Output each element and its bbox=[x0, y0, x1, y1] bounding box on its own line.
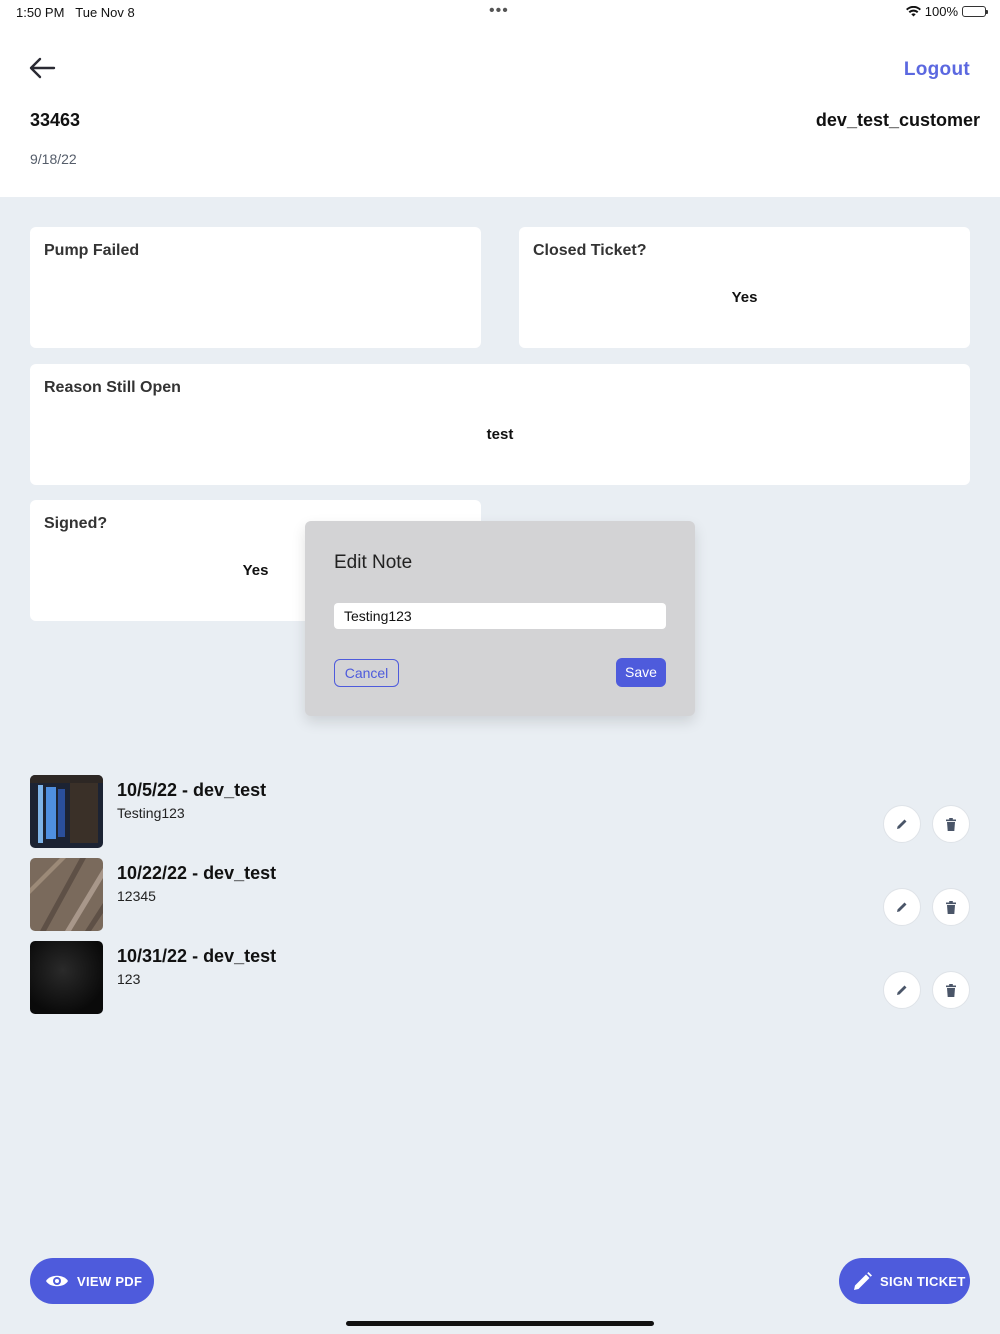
back-button[interactable] bbox=[28, 56, 56, 80]
cancel-button[interactable]: Cancel bbox=[334, 659, 399, 687]
pump-failed-label: Pump Failed bbox=[44, 242, 140, 259]
signed-label: Signed? bbox=[44, 515, 108, 532]
reason-open-value: test bbox=[486, 426, 514, 443]
closed-ticket-value: Yes bbox=[731, 289, 758, 306]
note-input[interactable] bbox=[334, 603, 666, 629]
edit-note-dialog: Edit Note Cancel Save bbox=[305, 521, 695, 716]
status-bar: 1:50 PM Tue Nov 8 ••• 100% bbox=[0, 0, 1000, 26]
logout-button[interactable]: Logout bbox=[904, 59, 970, 81]
ticket-header: Logout 33463 dev_test_customer 9/18/22 bbox=[0, 26, 1000, 197]
pencil-icon bbox=[897, 902, 907, 912]
pencil-icon bbox=[897, 819, 907, 829]
note-title: 10/5/22 - dev_test bbox=[117, 780, 267, 800]
delete-note-button[interactable] bbox=[932, 888, 970, 926]
wifi-icon bbox=[905, 6, 921, 17]
note-text: Testing123 bbox=[117, 805, 185, 821]
status-time: 1:50 PM Tue Nov 8 bbox=[16, 5, 135, 20]
pencil-icon bbox=[897, 985, 907, 995]
note-photo[interactable] bbox=[30, 858, 103, 931]
reason-open-card: Reason Still Open test bbox=[30, 364, 970, 485]
sign-ticket-button[interactable]: SIGN TICKET bbox=[839, 1258, 970, 1304]
view-pdf-label: VIEW PDF bbox=[77, 1273, 143, 1289]
trash-icon bbox=[946, 900, 956, 914]
battery-icon bbox=[962, 6, 988, 17]
battery-percent: 100% bbox=[924, 4, 958, 19]
arrow-left-icon bbox=[29, 57, 56, 79]
note-title: 10/22/22 - dev_test bbox=[117, 863, 277, 883]
status-right: 100% bbox=[905, 4, 988, 19]
edit-note-button[interactable] bbox=[883, 805, 921, 843]
ticket-date: 9/18/22 bbox=[30, 151, 77, 167]
dialog-title: Edit Note bbox=[334, 552, 413, 573]
edit-note-button[interactable] bbox=[883, 971, 921, 1009]
list-item[interactable]: 10/31/22 - dev_test 123 bbox=[30, 941, 970, 1014]
delete-note-button[interactable] bbox=[932, 971, 970, 1009]
customer-name: dev_test_customer bbox=[815, 110, 980, 130]
home-indicator[interactable] bbox=[346, 1321, 654, 1326]
note-photo[interactable] bbox=[30, 941, 103, 1014]
delete-note-button[interactable] bbox=[932, 805, 970, 843]
sign-ticket-label: SIGN TICKET bbox=[880, 1273, 966, 1289]
pencil-icon bbox=[854, 1271, 872, 1290]
eye-icon bbox=[46, 1275, 68, 1287]
trash-icon bbox=[946, 983, 956, 997]
reason-open-label: Reason Still Open bbox=[44, 379, 181, 396]
list-item[interactable]: 10/5/22 - dev_test Testing123 bbox=[30, 775, 970, 848]
note-title: 10/31/22 - dev_test bbox=[117, 946, 277, 966]
pump-failed-card: Pump Failed bbox=[30, 227, 481, 348]
closed-ticket-card: Closed Ticket? Yes bbox=[519, 227, 970, 348]
note-photo[interactable] bbox=[30, 775, 103, 848]
list-item[interactable]: 10/22/22 - dev_test 12345 bbox=[30, 858, 970, 931]
edit-note-button[interactable] bbox=[883, 888, 921, 926]
note-text: 12345 bbox=[117, 888, 156, 904]
view-pdf-button[interactable]: VIEW PDF bbox=[30, 1258, 154, 1304]
trash-icon bbox=[946, 817, 956, 831]
ticket-id: 33463 bbox=[30, 110, 81, 130]
closed-ticket-label: Closed Ticket? bbox=[533, 242, 647, 259]
save-button[interactable]: Save bbox=[616, 658, 666, 687]
multitasking-dots-icon[interactable]: ••• bbox=[489, 2, 509, 20]
note-text: 123 bbox=[117, 971, 141, 987]
